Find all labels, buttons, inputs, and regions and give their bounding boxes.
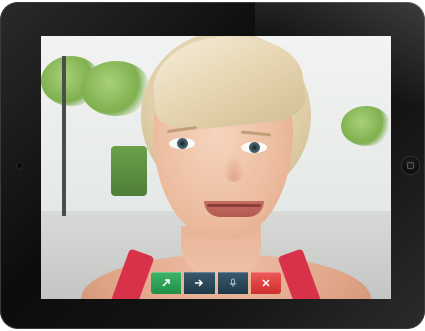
background-pole (62, 56, 66, 216)
end-call-button[interactable] (250, 272, 281, 294)
person-eye (169, 138, 195, 149)
answer-video-button[interactable] (151, 272, 182, 294)
person-nose (223, 156, 245, 182)
end-call-icon (262, 279, 270, 287)
front-camera (17, 163, 22, 168)
arrow-right-icon (195, 279, 204, 287)
person-lips (207, 204, 261, 207)
person-eye (241, 142, 267, 153)
mute-button[interactable] (217, 272, 248, 294)
background-tree (341, 106, 391, 146)
forward-button[interactable] (184, 272, 215, 294)
home-button-icon (407, 162, 414, 169)
tablet-device (0, 2, 425, 329)
call-controls (151, 272, 281, 294)
video-call-screen (41, 36, 391, 299)
home-button[interactable] (402, 157, 419, 174)
background-bush (111, 146, 147, 196)
microphone-icon (229, 278, 237, 287)
stage (0, 0, 425, 331)
answer-video-icon (162, 279, 170, 287)
